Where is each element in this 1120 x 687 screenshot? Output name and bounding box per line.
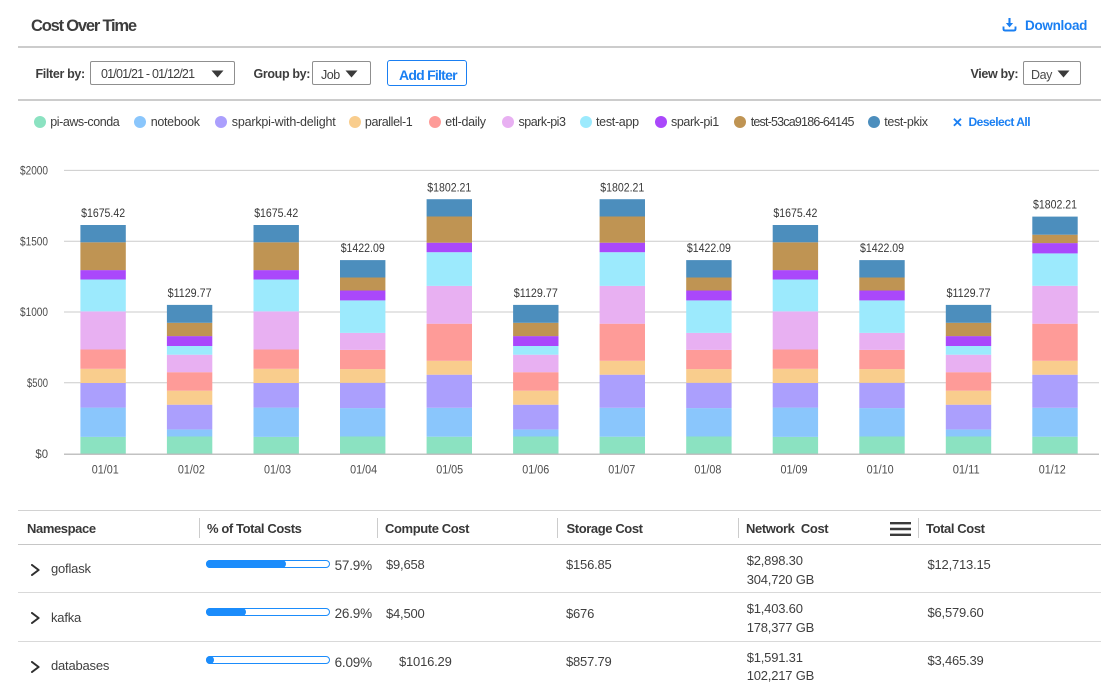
svg-text:$1129.77: $1129.77 bbox=[947, 286, 991, 300]
svg-text:01/04: 01/04 bbox=[350, 464, 378, 476]
svg-text:01/03: 01/03 bbox=[264, 464, 291, 476]
svg-text:$1675.42: $1675.42 bbox=[81, 206, 125, 220]
svg-text:01/07: 01/07 bbox=[608, 464, 635, 476]
svg-text:01/08: 01/08 bbox=[694, 464, 721, 476]
svg-text:$1422.09: $1422.09 bbox=[687, 241, 731, 255]
svg-text:01/10: 01/10 bbox=[867, 464, 894, 476]
svg-text:01/11: 01/11 bbox=[953, 464, 980, 476]
svg-text:$1000: $1000 bbox=[20, 305, 48, 319]
svg-text:$1802.21: $1802.21 bbox=[427, 180, 471, 194]
svg-text:$1802.21: $1802.21 bbox=[1033, 198, 1077, 212]
svg-text:$1675.42: $1675.42 bbox=[773, 206, 817, 220]
svg-text:$1422.09: $1422.09 bbox=[341, 241, 385, 255]
svg-text:$1675.42: $1675.42 bbox=[254, 206, 298, 220]
svg-text:01/01: 01/01 bbox=[92, 464, 119, 476]
svg-text:$1129.77: $1129.77 bbox=[168, 286, 212, 300]
svg-text:01/12: 01/12 bbox=[1039, 464, 1066, 476]
svg-text:01/06: 01/06 bbox=[522, 464, 549, 476]
svg-text:$500: $500 bbox=[27, 376, 48, 390]
svg-text:01/09: 01/09 bbox=[781, 464, 808, 476]
svg-text:$1422.09: $1422.09 bbox=[860, 241, 904, 255]
svg-text:01/05: 01/05 bbox=[436, 464, 463, 476]
svg-text:$1802.21: $1802.21 bbox=[600, 180, 644, 194]
svg-text:$1129.77: $1129.77 bbox=[514, 286, 558, 300]
svg-text:01/02: 01/02 bbox=[178, 464, 205, 476]
svg-text:$0: $0 bbox=[35, 447, 48, 461]
svg-text:$1500: $1500 bbox=[20, 235, 48, 249]
svg-text:$2000: $2000 bbox=[20, 164, 48, 178]
